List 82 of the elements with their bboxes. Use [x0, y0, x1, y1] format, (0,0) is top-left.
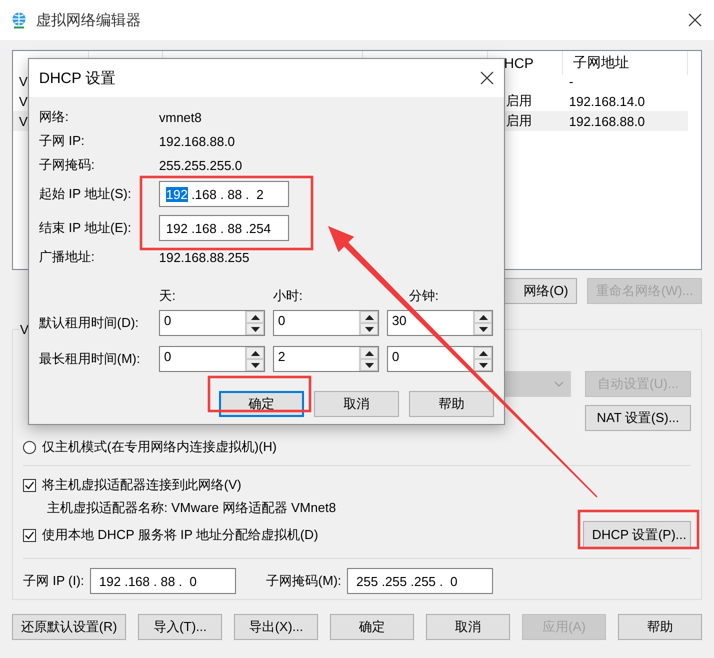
info-label: 广播地址: — [39, 248, 96, 266]
spin-up-button[interactable] — [474, 311, 492, 323]
checkmark-icon — [24, 530, 35, 540]
ip-address-field[interactable]: 192 .168 . 88 .254 — [159, 215, 289, 241]
up-triangle-icon — [364, 314, 374, 320]
table-cell-text: 192.168.14.0 — [568, 92, 646, 110]
dialog-button[interactable]: 取消 — [314, 391, 399, 417]
up-triangle-icon — [364, 350, 374, 356]
up-triangle-icon — [250, 314, 260, 320]
dialog-button[interactable]: 导入(T)... — [138, 614, 222, 640]
down-triangle-icon — [364, 362, 374, 368]
spin-up-button[interactable] — [360, 347, 378, 359]
spin-field[interactable]: 0 — [273, 310, 379, 336]
spin-field[interactable]: 30 — [387, 310, 493, 336]
down-triangle-icon — [478, 362, 488, 368]
subnet-ip-label: 子网 IP (I): — [23, 572, 84, 590]
checkbox-label: 将主机虚拟适配器连接到此网络(V) — [42, 476, 242, 494]
dialog-button[interactable]: 还原默认设置(R) — [12, 614, 126, 640]
spin-down-button[interactable] — [360, 359, 378, 371]
down-triangle-icon — [364, 326, 374, 332]
info-value: 192.168.88.0 — [159, 134, 236, 148]
subnet-mask-label: 子网掩码(M): — [266, 572, 342, 590]
checkbox[interactable] — [23, 478, 36, 492]
ip-address-field[interactable]: 192 .168 . 88 . 2 — [159, 181, 289, 207]
checkbox-label: 使用本地 DHCP 服务将 IP 地址分配给虚拟机(D) — [42, 526, 318, 544]
group-title: V — [19, 322, 30, 337]
info-label: 网络: — [39, 108, 70, 126]
up-triangle-icon — [478, 350, 488, 356]
radio-button[interactable] — [23, 440, 36, 454]
close-icon[interactable] — [480, 71, 494, 85]
spin-up-button[interactable] — [474, 347, 492, 359]
close-icon[interactable] — [688, 13, 702, 27]
chevron-icon — [554, 381, 564, 387]
table-cell-text: - — [568, 72, 574, 90]
nat-settings-button[interactable]: NAT 设置(S)... — [585, 405, 691, 431]
info-value: 255.255.255.0 — [159, 158, 244, 172]
spin-down-button[interactable] — [246, 359, 264, 371]
dialog-button[interactable]: 帮助 — [618, 614, 702, 640]
table-cell: 192.168.88.0 — [563, 111, 688, 131]
info-label: 子网掩码: — [39, 156, 96, 174]
lease-unit-label: 天: — [159, 288, 176, 303]
window-title: 虚拟网络编辑器 — [36, 10, 142, 30]
subnet-ip-field[interactable]: 192 .168 . 88 . 0 — [90, 568, 236, 594]
info-value: vmnet8 — [159, 110, 203, 124]
dialog-title: DHCP 设置 — [39, 68, 116, 88]
dialog-button[interactable]: 帮助 — [409, 391, 494, 417]
spin-up-button[interactable] — [246, 347, 264, 359]
dhcp-settings-button[interactable]: DHCP 设置(P)... — [583, 521, 691, 549]
checkmark-icon — [24, 480, 35, 490]
down-triangle-icon — [250, 326, 260, 332]
dialog-button[interactable]: 确定 — [330, 614, 414, 640]
up-triangle-icon — [478, 314, 488, 320]
down-triangle-icon — [250, 362, 260, 368]
dialog-button[interactable]: 导出(X)... — [234, 614, 318, 640]
range-label: 起始 IP 地址(S): — [39, 185, 132, 203]
column-header[interactable]: 子网地址 — [563, 51, 688, 75]
info-value: 192.168.88.255 — [159, 250, 250, 264]
lease-unit-label: 分钟: — [409, 288, 439, 303]
up-triangle-icon — [250, 350, 260, 356]
lease-label: 最长租用时间(M): — [39, 350, 142, 368]
lease-unit-label: 小时: — [273, 288, 303, 303]
globe-icon — [10, 11, 28, 29]
dialog-button[interactable]: 取消 — [426, 614, 510, 640]
spin-down-button[interactable] — [246, 323, 264, 335]
spin-field[interactable]: 0 — [159, 310, 265, 336]
checkbox[interactable] — [23, 528, 36, 542]
spin-field[interactable]: 2 — [273, 346, 379, 372]
spin-up-button[interactable] — [360, 311, 378, 323]
spin-down-button[interactable] — [474, 359, 492, 371]
down-triangle-icon — [478, 326, 488, 332]
subnet-mask-field[interactable]: 255 .255 .255 . 0 — [347, 568, 494, 594]
adapter-name-text: 主机虚拟适配器名称: VMware 网络适配器 VMnet8 — [47, 499, 336, 517]
spin-down-button[interactable] — [360, 323, 378, 335]
spin-field[interactable]: 0 — [159, 346, 265, 372]
spin-up-button[interactable] — [246, 311, 264, 323]
info-label: 子网 IP: — [39, 132, 86, 150]
lease-label: 默认租用时间(D): — [39, 314, 140, 332]
spin-down-button[interactable] — [474, 323, 492, 335]
table-cell-text: 启用 — [505, 92, 533, 110]
range-label: 结束 IP 地址(E): — [39, 219, 132, 237]
radio-label: 仅主机模式(在专用网络内连接虚拟机)(H) — [42, 438, 277, 456]
spin-field[interactable]: 0 — [387, 346, 493, 372]
